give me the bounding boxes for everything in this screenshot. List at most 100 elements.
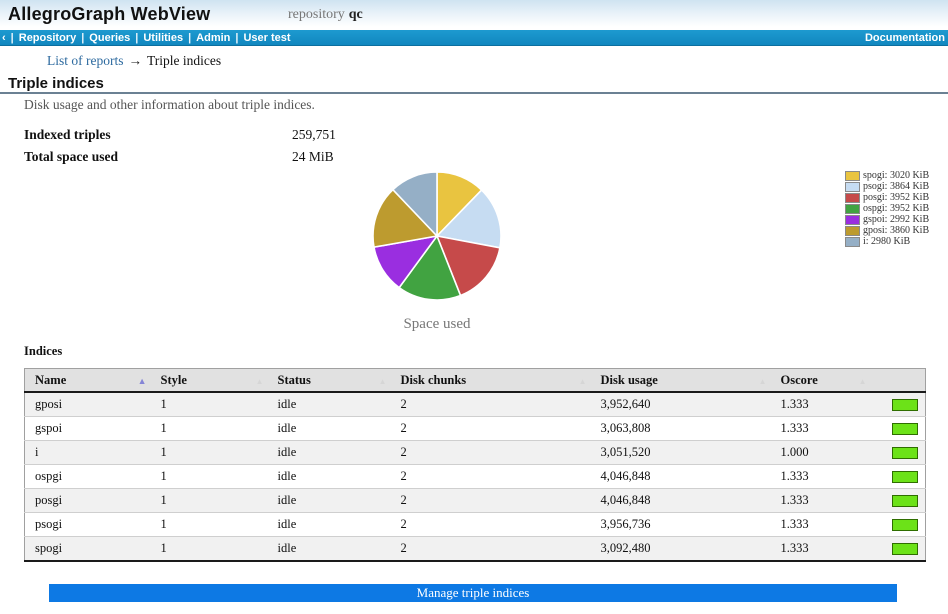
legend-swatch	[845, 182, 860, 192]
column-header-disk-usage[interactable]: ▲Disk usage	[591, 369, 771, 393]
sort-inactive-icon: ▲	[379, 377, 387, 386]
legend-swatch	[845, 215, 860, 225]
cell-health	[871, 537, 926, 562]
column-header-name[interactable]: ▲Name	[25, 369, 151, 393]
table-row-psogi: psogi1idle23,956,7361.333	[25, 513, 926, 537]
column-header-disk-chunks[interactable]: ▲ Disk chunks	[391, 369, 591, 393]
cell-status: idle	[268, 489, 391, 513]
repository-label: repository	[288, 7, 345, 22]
cell-status: idle	[268, 465, 391, 489]
title-divider	[0, 92, 948, 94]
cell-name: spogi	[25, 537, 151, 562]
sort-inactive-icon: ▲	[759, 377, 767, 386]
legend-label: ospgi: 3952 KiB	[863, 203, 929, 214]
nav-item-repository[interactable]: Repository	[19, 32, 76, 44]
cell-disk-usage: 3,952,640	[591, 392, 771, 417]
nav-back-button[interactable]: ‹	[2, 32, 6, 44]
page-title: Triple indices	[8, 75, 104, 92]
column-header-health	[871, 369, 926, 393]
sort-inactive-icon: ▲	[859, 377, 867, 386]
column-header-label: Oscore	[781, 373, 818, 387]
cell-disk-chunks: 2	[391, 513, 591, 537]
pie-chart-caption: Space used	[352, 316, 522, 333]
health-indicator	[892, 543, 918, 555]
nav-separator: |	[188, 32, 191, 44]
repository-indicator: repository qc	[288, 7, 363, 23]
cell-status: idle	[268, 537, 391, 562]
stat-label: Total space used	[24, 149, 118, 164]
nav-item-documentation[interactable]: Documentation	[865, 32, 945, 44]
cell-disk-usage: 4,046,848	[591, 465, 771, 489]
health-indicator	[892, 399, 918, 411]
cell-name: gposi	[25, 392, 151, 417]
cell-status: idle	[268, 417, 391, 441]
legend-swatch	[845, 204, 860, 214]
nav-item-user-test[interactable]: User test	[243, 32, 290, 44]
cell-status: idle	[268, 513, 391, 537]
legend-item: i: 2980 KiB	[845, 236, 929, 247]
cell-disk-chunks: 2	[391, 441, 591, 465]
cell-name: i	[25, 441, 151, 465]
breadcrumb-arrow: →	[129, 53, 143, 68]
manage-triple-indices-button[interactable]: Manage triple indices	[49, 584, 897, 602]
cell-style: 1	[151, 441, 268, 465]
cell-health	[871, 489, 926, 513]
health-indicator	[892, 495, 918, 507]
table-header-row: ▲Name▲Style▲Status▲Disk chunks▲Disk usag…	[25, 369, 926, 393]
sort-inactive-icon: ▲	[579, 377, 587, 386]
legend-item: psogi: 3864 KiB	[845, 181, 929, 192]
app-title: AllegroGraph WebView	[8, 4, 210, 25]
cell-name: psogi	[25, 513, 151, 537]
legend-label: spogi: 3020 KiB	[863, 170, 929, 181]
cell-disk-usage: 3,956,736	[591, 513, 771, 537]
cell-disk-chunks: 2	[391, 417, 591, 441]
legend-item: gspoi: 2992 KiB	[845, 214, 929, 225]
stat-indexed-triples: Indexed triples 259,751	[24, 127, 524, 143]
top-header: AllegroGraph WebView repository qc	[0, 0, 948, 30]
column-header-oscore[interactable]: ▲ Oscore	[771, 369, 871, 393]
cell-style: 1	[151, 489, 268, 513]
column-header-label: Style	[161, 373, 187, 387]
breadcrumb: List of reports → Triple indices	[47, 53, 221, 69]
nav-right: Documentation	[865, 32, 948, 44]
cell-oscore: 1.333	[771, 489, 871, 513]
breadcrumb-current: Triple indices	[147, 53, 221, 68]
legend-swatch	[845, 171, 860, 181]
cell-oscore: 1.333	[771, 392, 871, 417]
table-row-i: i1idle23,051,5201.000	[25, 441, 926, 465]
cell-style: 1	[151, 537, 268, 562]
space-used-pie-chart	[372, 170, 502, 302]
legend-item: gposi: 3860 KiB	[845, 225, 929, 236]
page-description: Disk usage and other information about t…	[24, 97, 315, 113]
cell-health	[871, 513, 926, 537]
table-row-spogi: spogi1idle23,092,4801.333	[25, 537, 926, 562]
table-row-ospgi: ospgi1idle24,046,8481.333	[25, 465, 926, 489]
nav-item-admin[interactable]: Admin	[196, 32, 230, 44]
cell-disk-chunks: 2	[391, 489, 591, 513]
cell-style: 1	[151, 417, 268, 441]
column-header-label: Disk chunks	[401, 373, 467, 387]
cell-health	[871, 465, 926, 489]
legend-label: gposi: 3860 KiB	[863, 225, 929, 236]
cell-oscore: 1.333	[771, 465, 871, 489]
cell-disk-usage: 3,063,808	[591, 417, 771, 441]
cell-disk-usage: 3,051,520	[591, 441, 771, 465]
column-header-label: Name	[35, 373, 66, 387]
health-indicator	[892, 423, 918, 435]
health-indicator	[892, 447, 918, 459]
nav-separator: |	[11, 32, 14, 44]
table-row-gspoi: gspoi1idle23,063,8081.333	[25, 417, 926, 441]
repository-name: qc	[349, 7, 363, 22]
nav-item-queries[interactable]: Queries	[89, 32, 130, 44]
indices-table: ▲Name▲Style▲Status▲Disk chunks▲Disk usag…	[24, 368, 926, 562]
cell-style: 1	[151, 513, 268, 537]
stat-total-space-used: Total space used 24 MiB	[24, 149, 524, 165]
cell-health	[871, 392, 926, 417]
legend-label: i: 2980 KiB	[863, 236, 910, 247]
column-header-status[interactable]: ▲Status	[268, 369, 391, 393]
column-header-style[interactable]: ▲Style	[151, 369, 268, 393]
legend-swatch	[845, 226, 860, 236]
table-row-gposi: gposi1idle23,952,6401.333	[25, 392, 926, 417]
breadcrumb-link-list-of-reports[interactable]: List of reports	[47, 53, 124, 68]
nav-item-utilities[interactable]: Utilities	[143, 32, 183, 44]
